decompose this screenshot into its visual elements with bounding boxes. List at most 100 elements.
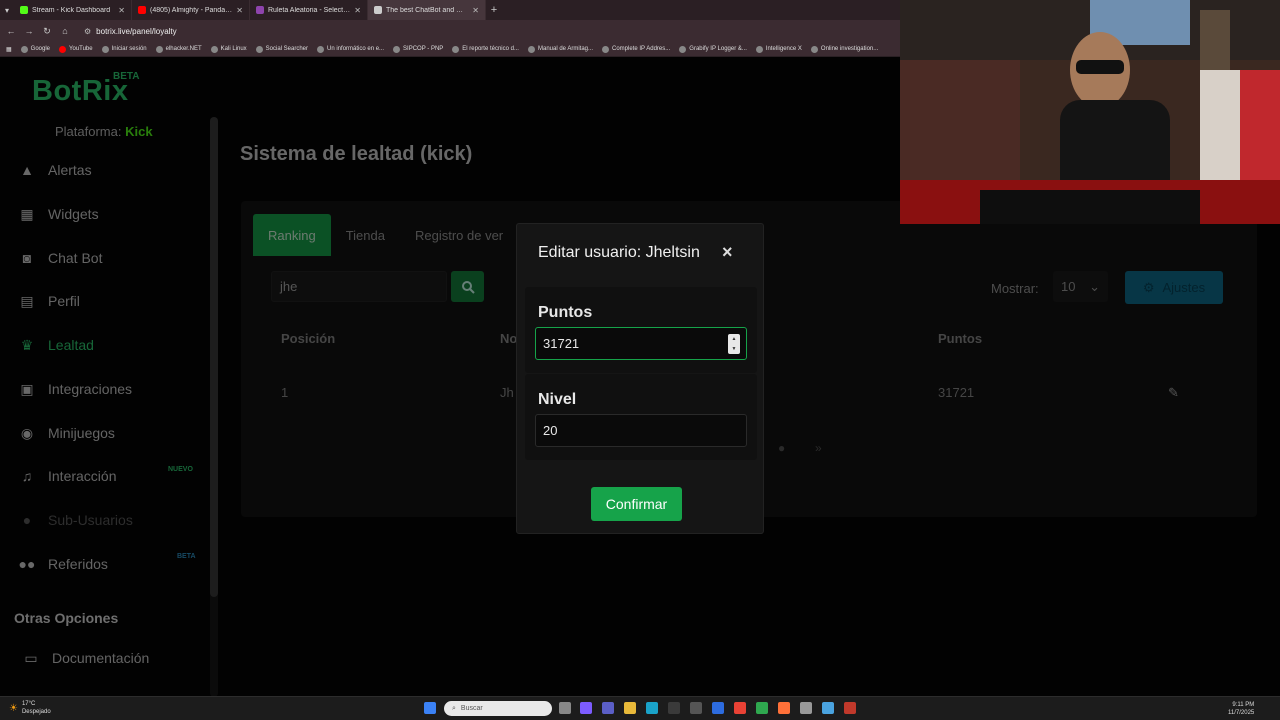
windows-start-icon[interactable] xyxy=(424,702,436,714)
sidebar-item-interaccion[interactable]: ♫ Interacción xyxy=(18,465,117,487)
id-card-icon: ▤ xyxy=(20,292,34,309)
clock-time: 9:11 PM xyxy=(1232,702,1255,708)
new-tab-icon[interactable]: + xyxy=(486,0,502,20)
bookmark[interactable]: El reporte técnico d... xyxy=(452,45,519,53)
vscode-icon[interactable] xyxy=(712,702,724,714)
taskbar-search[interactable]: ⌕ Buscar xyxy=(444,701,552,716)
sidebar-item-perfil[interactable]: ▤ Perfil xyxy=(18,290,80,312)
teams-icon[interactable] xyxy=(602,702,614,714)
bookmark-icon xyxy=(59,45,67,53)
chrome-icon[interactable] xyxy=(734,702,746,714)
bookmark[interactable]: YouTube xyxy=(59,45,93,53)
close-tab-icon[interactable]: ✕ xyxy=(118,6,125,15)
forward-icon[interactable]: → xyxy=(24,26,34,36)
sidebar-scrollbar[interactable] xyxy=(210,117,218,697)
document-icon: ▭ xyxy=(24,649,38,666)
settings-button[interactable]: ⚙ Ajustes xyxy=(1125,271,1223,304)
task-view-icon[interactable] xyxy=(559,702,571,714)
search-input[interactable]: jhe xyxy=(271,271,447,302)
pager-last[interactable]: » xyxy=(815,441,822,455)
browser-tab[interactable]: (4805) Almighty - Panda Ft... ✕ xyxy=(132,0,250,20)
app-icon[interactable] xyxy=(800,702,812,714)
pager-next-icon[interactable]: ● xyxy=(778,441,785,455)
sidebar-item-sub-usuarios[interactable]: ● Sub-Usuarios xyxy=(18,509,133,531)
search-button[interactable] xyxy=(451,271,484,302)
bookmark[interactable]: Complete IP Addres... xyxy=(602,45,670,53)
notepad-icon[interactable] xyxy=(822,702,834,714)
sidebar-item-chat-bot[interactable]: ◙ Chat Bot xyxy=(18,247,103,269)
sidebar-item-referidos[interactable]: ●● Referidos xyxy=(18,553,108,575)
xbox-icon[interactable] xyxy=(756,702,768,714)
back-icon[interactable]: ← xyxy=(6,26,16,36)
apps-icon[interactable]: ▦ xyxy=(6,46,12,53)
decrement-icon[interactable]: ▼ xyxy=(732,346,737,352)
bookmark[interactable]: SIPCOP - PNP xyxy=(393,45,443,53)
sidebar-item-integraciones[interactable]: ▣ Integraciones xyxy=(18,378,132,400)
bookmark-icon xyxy=(101,45,109,53)
browser-tab-title: The best ChatBot and Widgets... xyxy=(386,6,469,14)
sidebar-item-minijuegos[interactable]: ◉ Minijuegos xyxy=(18,422,115,444)
bookmark[interactable]: Social Searcher xyxy=(255,45,308,53)
tab-registro[interactable]: Registro de ver xyxy=(400,214,518,256)
column-header-name: No xyxy=(500,331,518,346)
weather-widget[interactable]: ☀ 17°C Despejado xyxy=(9,700,51,716)
file-explorer-icon[interactable] xyxy=(624,702,636,714)
bookmark[interactable]: Kali Linux xyxy=(210,45,247,53)
sidebar-item-lealtad[interactable]: ♛ Lealtad xyxy=(18,334,94,356)
sidebar-item-widgets[interactable]: ▦ Widgets xyxy=(18,203,98,225)
sidebar-item-label: Chat Bot xyxy=(48,250,103,266)
page-size-select[interactable]: 10 ⌄ xyxy=(1053,271,1108,302)
home-icon[interactable]: ⌂ xyxy=(60,26,70,36)
sidebar-item-label: Alertas xyxy=(48,162,92,178)
browser-tab[interactable]: Ruleta Aleatoria - Selector Pers... ✕ xyxy=(250,0,368,20)
firefox-icon[interactable] xyxy=(778,702,790,714)
bookmark[interactable]: Manual de Armitag... xyxy=(527,45,593,53)
bookmark[interactable]: Iniciar sesión xyxy=(101,45,147,53)
increment-icon[interactable]: ▲ xyxy=(732,336,737,342)
trophy-icon: ♛ xyxy=(20,336,34,353)
robot-icon: ◙ xyxy=(22,250,32,266)
column-header-position: Posición xyxy=(281,331,336,346)
page-size-value: 10 xyxy=(1061,279,1076,294)
settings-app-icon[interactable] xyxy=(690,702,702,714)
edit-pencil-icon[interactable]: ✎ xyxy=(1168,385,1179,401)
url-field[interactable]: ⚙ botrix.live/panel/loyalty xyxy=(84,27,177,36)
edge-icon[interactable] xyxy=(646,702,658,714)
bookmark[interactable]: Un informático en e... xyxy=(317,45,384,53)
close-icon[interactable]: × xyxy=(722,242,733,263)
close-tab-icon[interactable]: ✕ xyxy=(472,6,479,15)
close-tab-icon[interactable]: ✕ xyxy=(236,6,243,15)
bookmark[interactable]: Google xyxy=(20,45,50,53)
gamepad-icon: ◉ xyxy=(20,424,34,441)
browser-tab[interactable]: Stream - Kick Dashboard ✕ xyxy=(14,0,132,20)
sidebar-scrollbar-thumb[interactable] xyxy=(210,117,218,597)
site-info-icon[interactable]: ⚙ xyxy=(84,27,91,36)
confirm-button[interactable]: Confirmar xyxy=(591,487,682,521)
close-tab-icon[interactable]: ✕ xyxy=(354,6,361,15)
kick-favicon-icon xyxy=(20,6,28,14)
bookmark[interactable]: Grabify IP Logger &... xyxy=(679,45,747,53)
system-clock[interactable]: 9:11 PM 11/7/2025 xyxy=(1228,701,1254,717)
bookmark[interactable]: Intelligence X xyxy=(755,45,802,53)
url-text: botrix.live/panel/loyalty xyxy=(96,26,177,36)
copilot-icon[interactable] xyxy=(580,702,592,714)
level-input[interactable]: 20 xyxy=(535,414,747,447)
bookmark[interactable]: Online investigation... xyxy=(810,45,878,53)
gear-icon: ⚙ xyxy=(1142,279,1155,295)
tab-ranking[interactable]: Ranking xyxy=(253,214,331,256)
tab-tienda[interactable]: Tienda xyxy=(331,214,400,256)
chrome-profile-icon[interactable] xyxy=(844,702,856,714)
sidebar-item-documentacion[interactable]: ▭ Documentación xyxy=(22,647,149,669)
store-icon[interactable] xyxy=(668,702,680,714)
points-input[interactable]: 31721 ▲ ▼ xyxy=(535,327,747,360)
bookmark[interactable]: elhacker.NET xyxy=(155,45,202,53)
edit-user-modal: Editar usuario: Jheltsin × Puntos 31721 … xyxy=(516,223,764,534)
reload-icon[interactable]: ↻ xyxy=(42,26,52,37)
tab-search-icon[interactable]: ▾ xyxy=(0,0,14,20)
bookmark-icon xyxy=(810,45,818,53)
browser-tab-active[interactable]: The best ChatBot and Widgets... ✕ xyxy=(368,0,486,20)
page-title: Sistema de lealtad (kick) xyxy=(240,143,473,165)
sidebar-item-alertas[interactable]: ▲ Alertas xyxy=(18,159,92,181)
row-name: Jh xyxy=(500,385,514,400)
number-stepper[interactable]: ▲ ▼ xyxy=(728,334,740,354)
